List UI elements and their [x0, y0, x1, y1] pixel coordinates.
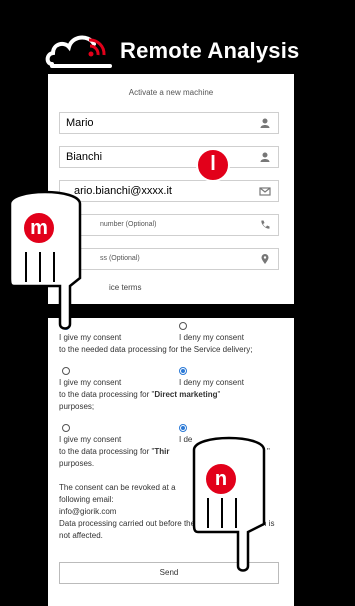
- map-pin-icon: [261, 254, 269, 264]
- app-title: Remote Analysis: [120, 38, 300, 63]
- revoke-info-line1: The consent can be revoked at a: [59, 483, 176, 492]
- consent-marketing-text: to the data processing for "Direct marke…: [59, 390, 220, 399]
- contact-email: info@giorik.com: [59, 507, 117, 516]
- consent-marketing-deny-radio[interactable]: [179, 367, 187, 375]
- consent-third-tail: purposes.: [59, 459, 95, 468]
- pointing-hand-icon: [192, 436, 266, 572]
- first-name-field[interactable]: Mario: [59, 112, 279, 134]
- consent-marketing-tail: purposes;: [59, 402, 95, 411]
- consent-marketing-bold: Direct marketing: [154, 390, 218, 399]
- step-badge-n: n: [204, 462, 238, 496]
- deny-consent-label: I deny my consent: [179, 378, 244, 387]
- pointing-hand-icon: [8, 190, 82, 330]
- user-icon: [260, 152, 270, 162]
- revoke-info-line2: following email:: [59, 495, 114, 504]
- service-terms-link[interactable]: ice terms: [109, 283, 141, 292]
- phone-placeholder: number (Optional): [100, 221, 157, 228]
- give-consent-label: I give my consent: [59, 435, 122, 444]
- cloud-wifi-icon: [45, 35, 112, 68]
- consent-third-give-radio[interactable]: [62, 424, 70, 432]
- badge-letter: n: [214, 468, 228, 490]
- consent-marketing-give-radio[interactable]: [62, 367, 70, 375]
- give-consent-label: I give my consent: [59, 333, 122, 342]
- first-name-value: Mario: [66, 117, 94, 129]
- envelope-icon: [259, 187, 271, 196]
- consent-third-bold: Thir: [154, 447, 170, 456]
- phone-icon: [261, 220, 270, 229]
- user-icon: [260, 118, 270, 128]
- step-badge-m: m: [22, 211, 56, 245]
- consent-third-deny-radio[interactable]: [179, 424, 187, 432]
- last-name-field[interactable]: Bianchi: [59, 146, 279, 168]
- revoke-info-line5: not affected.: [59, 531, 103, 540]
- consent-needed-deny-radio[interactable]: [179, 322, 187, 330]
- deny-consent-label: I deny my consent: [179, 333, 244, 342]
- address-placeholder: ss (Optional): [100, 255, 140, 262]
- consent-marketing-prefix: to the data processing for ": [59, 390, 155, 399]
- revoke-info-line4a: Data processing carried out before the r: [59, 519, 200, 528]
- step-badge-l: l: [196, 148, 230, 182]
- app-header: Remote Analysis: [0, 30, 355, 75]
- last-name-value: Bianchi: [66, 151, 103, 163]
- consent-third-text: to the data processing for "Thir: [59, 447, 169, 456]
- badge-letter: l: [210, 153, 216, 175]
- consent-marketing-suffix: ": [217, 390, 221, 399]
- badge-letter: m: [30, 217, 48, 239]
- consent-third-prefix: to the data processing for ": [59, 447, 155, 456]
- form-subtitle: Activate a new machine: [128, 88, 214, 97]
- consent-needed-text: to the needed data processing for the Se…: [59, 345, 253, 354]
- give-consent-label: I give my consent: [59, 378, 122, 387]
